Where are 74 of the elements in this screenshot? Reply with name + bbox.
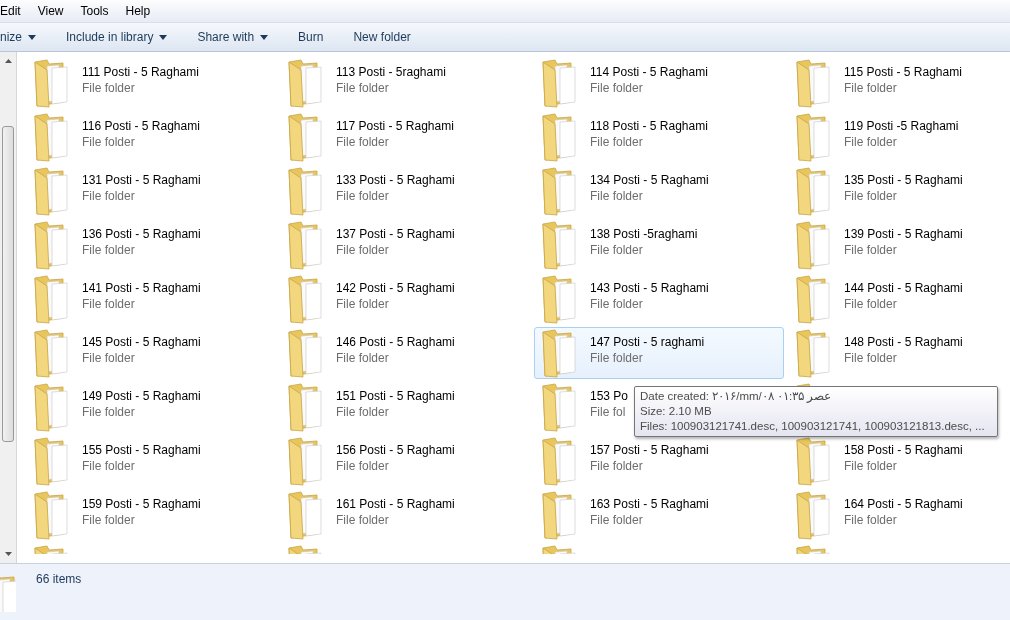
folder-name: 141 Posti - 5 Raghami [82,281,201,295]
item-type: File folder [590,297,644,311]
item-type: File folder [844,135,898,149]
item-type: File folder [590,189,644,203]
item-type: File folder [844,189,898,203]
item-type: File folder [336,243,390,257]
tooltip-line: Size: 2.10 MB [640,404,712,418]
folder-name: 148 Posti - 5 Raghami [844,335,963,349]
item-type: File folder [82,189,136,203]
folder-name: 164 Posti - 5 Raghami [844,497,963,511]
item-type: File folder [82,513,136,527]
folder-name: 137 Posti - 5 Raghami [336,227,455,241]
folder-name: 116 Posti - 5 Raghami [82,119,200,133]
tooltip-line: Date created: ۲۰۱۶/mm/۰۸ عصر ۰۱:۳۵ [640,389,832,403]
item-type: File folder [336,459,390,473]
item-type: File folder [336,189,390,203]
item-type: File folder [82,297,136,311]
folder-name: 134 Posti - 5 Raghami [590,173,709,187]
folder-name: 146 Posti - 5 Raghami [336,335,455,349]
folder-name: 159 Posti - 5 Raghami [82,497,201,511]
folder-name: 142 Posti - 5 Raghami [336,281,455,295]
folder-name: 119 Posti -5 Raghami [844,119,959,133]
item-type: File folder [844,243,898,257]
item-type: File folder [82,405,136,419]
item-type: File folder [336,405,390,419]
folder-name: 133 Posti - 5 Raghami [336,173,455,187]
folder-name: 155 Posti - 5 Raghami [82,443,201,457]
folder-name: 115 Posti - 5 Raghami [844,65,962,79]
folder-name: 135 Posti - 5 Raghami [844,173,963,187]
item-type: File folder [82,243,136,257]
folder-name: 139 Posti - 5 Raghami [844,227,963,241]
folder-name: 131 Posti - 5 Raghami [82,173,201,187]
item-type: File folder [590,81,644,95]
folder-name: 145 Posti - 5 Raghami [82,335,201,349]
folder-name: 149 Posti - 5 Raghami [82,389,201,403]
folder-name: 147 Posti - 5 raghami [590,335,705,349]
folder-name: 143 Posti - 5 Raghami [590,281,709,295]
folder-name: 114 Posti - 5 Raghami [590,65,708,79]
folder-name: 113 Posti - 5raghami [336,65,446,79]
folder-name: 161 Posti - 5 Raghami [336,497,455,511]
folder-name: 118 Posti - 5 Raghami [590,119,708,133]
folder-name: 157 Posti - 5 Raghami [590,443,709,457]
item-type: File folder [336,351,390,365]
folder-name: 163 Posti - 5 Raghami [590,497,709,511]
item-type: File folder [844,81,898,95]
item-type: File folder [336,135,390,149]
item-type: File folder [82,81,136,95]
item-type: File fol [590,405,627,419]
item-type: File folder [336,81,390,95]
item-type: File folder [590,243,644,257]
folder-name: 144 Posti - 5 Raghami [844,281,963,295]
item-type: File folder [590,351,644,365]
item-type: File folder [82,459,136,473]
item-type: File folder [336,297,390,311]
item-type: File folder [590,135,644,149]
tooltip-line: Files: 100903121741.desc, 100903121741, 100903121813.desc, ... [640,419,985,433]
item-type: File folder [844,459,898,473]
item-type: File folder [844,351,898,365]
folder-name: 111 Posti - 5 Raghami [82,65,199,79]
folder-name: 117 Posti - 5 Raghami [336,119,454,133]
folder-name: 151 Posti - 5 Raghami [336,389,455,403]
folder-name: 156 Posti - 5 Raghami [336,443,455,457]
item-count: 66 items [36,572,82,586]
folder-name: 136 Posti - 5 Raghami [82,227,201,241]
folder-name: 158 Posti - 5 Raghami [844,443,963,457]
item-type: File folder [590,459,644,473]
item-type: File folder [336,513,390,527]
item-type: File folder [82,135,136,149]
item-type: File folder [844,513,898,527]
item-type: File folder [590,513,644,527]
folder-name: 138 Posti -5raghami [590,227,698,241]
item-type: File folder [844,297,898,311]
folder-name: 153 Po [590,389,629,403]
item-type: File folder [82,351,136,365]
